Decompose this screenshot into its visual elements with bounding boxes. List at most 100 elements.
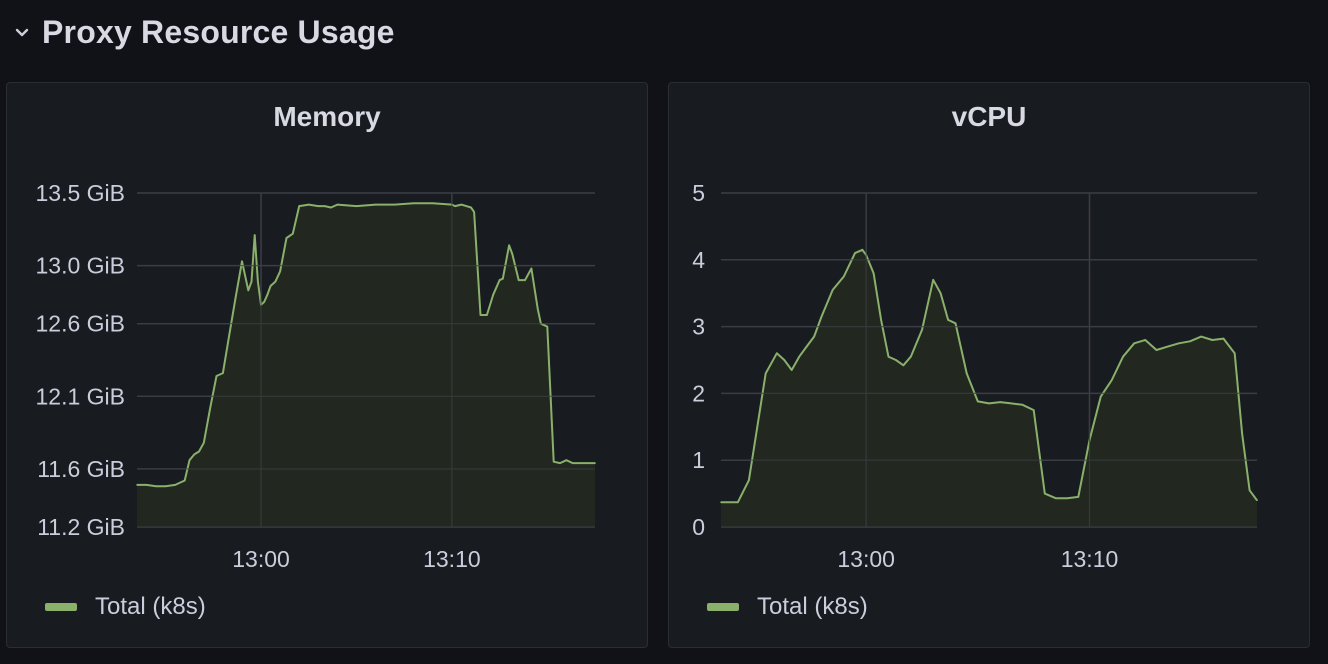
data-point (285, 237, 288, 239)
data-point (228, 334, 230, 337)
data-point (183, 479, 186, 482)
data-point (939, 292, 942, 294)
y-tick-label: 11.2 GiB (37, 514, 125, 540)
data-point (1021, 404, 1024, 406)
y-tick-label: 12.6 GiB (36, 311, 126, 337)
data-point (932, 279, 934, 281)
y-tick-label: 5 (692, 180, 705, 206)
data-point (1248, 489, 1251, 492)
data-point (317, 205, 320, 207)
data-point (1099, 395, 1102, 398)
data-point (1233, 352, 1236, 355)
data-point (783, 359, 786, 361)
chevron-down-icon[interactable] (10, 20, 34, 44)
data-point (1222, 337, 1225, 340)
y-tick-label: 1 (692, 447, 705, 473)
data-point (776, 352, 778, 355)
x-tick-label: 13:00 (232, 546, 290, 572)
data-point (977, 400, 979, 403)
data-point (1066, 497, 1068, 500)
data-point (193, 453, 196, 456)
data-point (215, 375, 218, 377)
data-point (164, 485, 167, 488)
data-point (247, 289, 250, 292)
data-point (253, 234, 256, 236)
data-point (511, 253, 514, 255)
memory-chart: 13.5 GiB 13.0 GiB 12.6 GiB 12.1 GiB 11.6 GiB… (36, 180, 596, 572)
x-tick-label: 13:10 (1061, 546, 1119, 572)
data-point (546, 325, 549, 328)
data-point (257, 280, 259, 283)
data-point (552, 460, 555, 463)
data-point (805, 345, 808, 348)
data-point (887, 355, 890, 358)
data-point (578, 462, 580, 464)
x-tick-label: 13:10 (423, 546, 481, 572)
data-point (266, 293, 269, 296)
row-title[interactable]: Proxy Resource Usage (42, 14, 395, 51)
data-point (530, 267, 533, 270)
data-point (136, 484, 138, 486)
data-point (584, 462, 587, 464)
data-point (1010, 402, 1013, 405)
memory-panel: Memory 13.5 GiB 13.0 GiB 12.6 GiB 12.1 GiB 1… (6, 82, 648, 648)
data-point (1155, 349, 1158, 351)
data-point (813, 335, 815, 338)
data-point (1111, 379, 1113, 381)
data-point (790, 369, 793, 371)
data-point (298, 205, 301, 207)
legend-label[interactable]: Total (k8s) (757, 593, 868, 621)
data-point (269, 285, 272, 287)
data-point (1032, 409, 1035, 411)
legend: Total (k8s) (707, 593, 868, 621)
data-point (263, 301, 266, 303)
data-point (492, 293, 495, 296)
data-point (330, 206, 332, 209)
x-tick-label: 13:00 (837, 546, 895, 572)
data-point (517, 279, 520, 281)
data-point (872, 272, 875, 274)
series-area (721, 249, 1257, 528)
data-point (498, 279, 501, 281)
data-point (1133, 342, 1135, 345)
data-point (188, 459, 191, 462)
data-point (1211, 339, 1214, 341)
data-point (854, 252, 856, 254)
data-point (895, 359, 897, 361)
data-point (1200, 335, 1202, 338)
data-point (748, 479, 750, 482)
data-point (355, 205, 358, 207)
data-point (432, 202, 434, 204)
row-header[interactable]: Proxy Resource Usage (10, 10, 395, 54)
data-point (1044, 492, 1046, 495)
data-point (764, 372, 767, 375)
legend-swatch (45, 603, 77, 611)
data-point (571, 462, 574, 464)
legend-label[interactable]: Total (k8s) (95, 593, 206, 621)
data-point (1055, 497, 1057, 500)
y-tick-label: 0 (692, 514, 705, 540)
y-tick-label: 13.0 GiB (36, 253, 126, 279)
data-point (174, 484, 176, 486)
data-point (479, 314, 482, 316)
y-tick-label: 11.6 GiB (37, 456, 125, 482)
y-tick-label: 12.1 GiB (36, 383, 126, 409)
data-point (831, 289, 834, 291)
y-tick-label: 4 (692, 247, 705, 273)
data-point (1166, 345, 1169, 348)
y-tick-label: 13.5 GiB (36, 180, 126, 206)
data-point (250, 280, 253, 283)
data-point (524, 279, 526, 281)
data-point (988, 402, 990, 405)
data-point (1077, 496, 1080, 498)
data-point (412, 202, 415, 204)
data-point (902, 364, 905, 367)
data-point (323, 205, 326, 207)
data-point (737, 501, 739, 504)
data-point (454, 205, 456, 207)
data-point (910, 355, 912, 358)
data-point (374, 203, 377, 206)
data-point (234, 296, 237, 299)
data-point (393, 203, 396, 206)
data-point (954, 322, 957, 325)
